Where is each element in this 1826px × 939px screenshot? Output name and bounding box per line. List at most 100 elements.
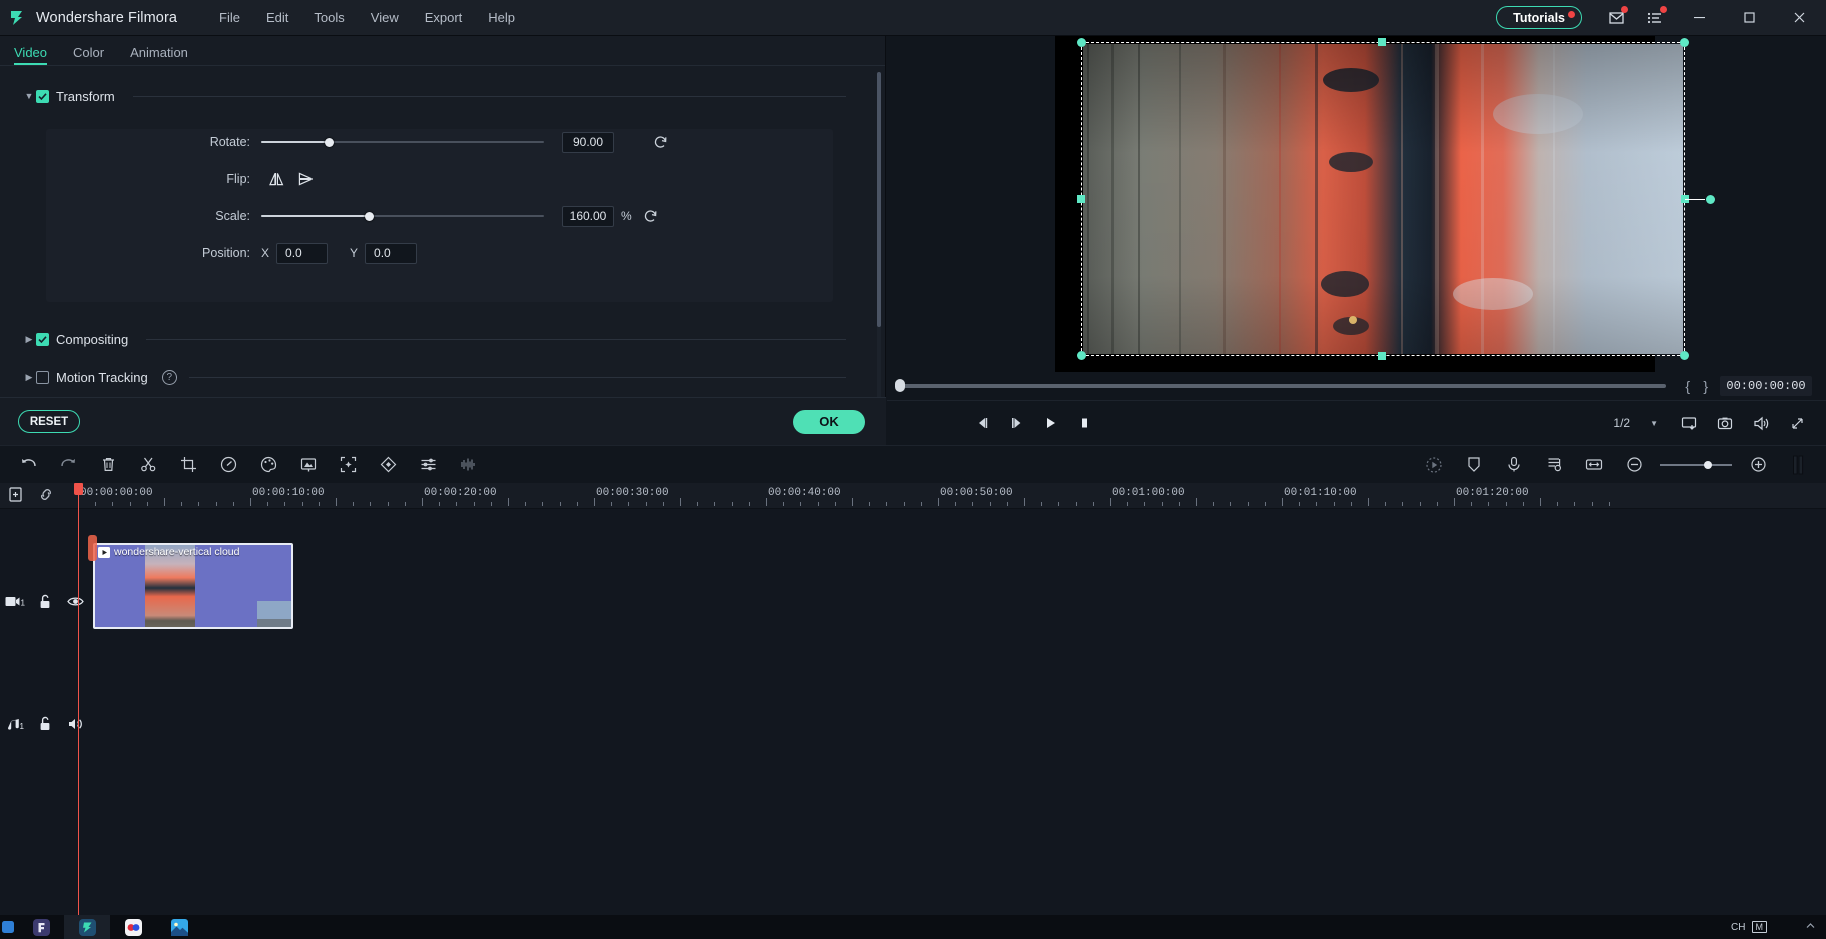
selection-handle-bottom-left[interactable]	[1077, 351, 1086, 360]
fit-timeline-icon[interactable]	[1574, 450, 1614, 480]
tray-chevron-icon[interactable]	[1805, 921, 1816, 934]
transform-collapse-caret[interactable]: ▼	[22, 91, 36, 101]
scale-slider-knob[interactable]	[365, 212, 374, 221]
auto-reframe-icon[interactable]	[328, 450, 368, 480]
delete-trash-icon[interactable]	[88, 450, 128, 480]
subtitle-icon[interactable]	[1534, 450, 1574, 480]
video-track-lock-icon[interactable]	[30, 594, 60, 610]
add-track-icon[interactable]	[8, 486, 24, 508]
flip-vertical-icon[interactable]	[291, 168, 321, 190]
timeline-ruler[interactable]: 00:00:00:0000:00:10:0000:00:20:0000:00:3…	[0, 483, 1826, 509]
marker-shield-icon[interactable]	[1454, 450, 1494, 480]
mark-in-icon[interactable]: {	[1685, 378, 1690, 394]
help-question-icon[interactable]: ?	[162, 370, 177, 385]
menu-item-file[interactable]: File	[207, 6, 252, 29]
video-track-eye-icon[interactable]	[60, 595, 90, 608]
properties-scrollbar-thumb[interactable]	[877, 72, 881, 327]
undo-icon[interactable]	[8, 450, 48, 480]
snapshot-to-timeline-icon[interactable]	[1672, 408, 1706, 438]
crop-icon[interactable]	[168, 450, 208, 480]
menu-item-edit[interactable]: Edit	[254, 6, 300, 29]
menu-item-tools[interactable]: Tools	[302, 6, 356, 29]
audio-track-mute-icon[interactable]	[60, 717, 90, 731]
taskbar-app-redblue-icon[interactable]	[110, 915, 156, 939]
audio-track-icon[interactable]: 1	[0, 718, 30, 731]
tab-color[interactable]: Color	[73, 45, 104, 65]
reset-circular-arrow-icon[interactable]	[640, 205, 662, 227]
scale-value-input[interactable]: 160.00	[562, 206, 614, 227]
split-scissors-icon[interactable]	[128, 450, 168, 480]
speed-icon[interactable]	[208, 450, 248, 480]
stop-icon[interactable]	[1067, 408, 1101, 438]
preview-scrubber-track[interactable]	[901, 384, 1666, 388]
taskbar-filmora-icon[interactable]	[64, 915, 110, 939]
timeline-zoom-knob[interactable]	[1704, 461, 1712, 469]
previous-frame-icon[interactable]	[965, 408, 999, 438]
compositing-expand-caret[interactable]: ▶	[22, 334, 36, 345]
mail-envelope-icon[interactable]	[1600, 3, 1634, 33]
motion-tracking-expand-caret[interactable]: ▶	[22, 372, 36, 383]
rotate-value-input[interactable]: 90.00	[562, 132, 614, 153]
maximize-icon[interactable]	[1726, 0, 1772, 36]
scale-slider[interactable]	[261, 209, 544, 223]
transform-selection-box[interactable]	[1081, 42, 1685, 356]
audio-mixer-icon[interactable]	[408, 450, 448, 480]
panel-toggle-icon[interactable]	[1778, 450, 1818, 480]
tab-animation[interactable]: Animation	[130, 45, 188, 65]
camera-snapshot-icon[interactable]	[1708, 408, 1742, 438]
zoom-out-icon[interactable]	[1614, 450, 1654, 480]
tab-video[interactable]: Video	[14, 45, 47, 65]
rotate-slider[interactable]	[261, 135, 544, 149]
preview-scrubber[interactable]: { } 00:00:00:00	[887, 372, 1826, 399]
menu-item-help[interactable]: Help	[476, 6, 527, 29]
timeline-clip[interactable]: wondershare-vertical cloud	[93, 543, 293, 629]
timeline-zoom-slider[interactable]	[1660, 458, 1732, 472]
flip-horizontal-icon[interactable]	[261, 168, 291, 190]
ok-button[interactable]: OK	[793, 410, 865, 434]
playhead-handle[interactable]	[74, 483, 83, 495]
timeline-playhead[interactable]	[78, 483, 79, 915]
selection-handle-top-right[interactable]	[1680, 38, 1689, 47]
voiceover-mic-icon[interactable]	[1494, 450, 1534, 480]
render-preview-icon[interactable]	[1414, 450, 1454, 480]
close-icon[interactable]	[1776, 0, 1822, 36]
reset-circular-arrow-icon[interactable]	[650, 131, 672, 153]
motion-tracking-checkbox[interactable]	[36, 371, 49, 384]
transform-checkbox[interactable]	[36, 90, 49, 103]
play-icon[interactable]	[1033, 408, 1067, 438]
task-list-icon[interactable]	[1638, 3, 1672, 33]
rotate-handle[interactable]	[1706, 195, 1715, 204]
clip-drag-marker[interactable]	[88, 535, 97, 561]
selection-handle-bottom-right[interactable]	[1680, 351, 1689, 360]
fullscreen-expand-icon[interactable]	[1780, 408, 1814, 438]
video-track-icon[interactable]: 1	[0, 595, 30, 608]
keyframe-diamond-icon[interactable]	[368, 450, 408, 480]
link-chain-icon[interactable]	[38, 486, 54, 508]
mark-out-icon[interactable]: }	[1703, 378, 1708, 394]
tutorials-button[interactable]: Tutorials	[1496, 6, 1582, 29]
reset-button[interactable]: RESET	[18, 410, 80, 433]
next-frame-icon[interactable]	[999, 408, 1033, 438]
green-screen-icon[interactable]	[288, 450, 328, 480]
taskbar-app-blue-icon[interactable]	[0, 915, 18, 939]
selection-handle-bottom-center[interactable]	[1378, 352, 1386, 360]
preview-quality-selector[interactable]: 1/2	[1613, 416, 1630, 430]
compositing-checkbox[interactable]	[36, 333, 49, 346]
menu-item-export[interactable]: Export	[413, 6, 475, 29]
minimize-icon[interactable]	[1676, 0, 1722, 36]
color-palette-icon[interactable]	[248, 450, 288, 480]
zoom-in-icon[interactable]	[1738, 450, 1778, 480]
speaker-volume-icon[interactable]	[1744, 408, 1778, 438]
position-x-input[interactable]: 0.0	[276, 243, 328, 264]
ime-language-indicator[interactable]: CH	[1731, 922, 1745, 933]
position-y-input[interactable]: 0.0	[365, 243, 417, 264]
properties-scrollbar[interactable]	[877, 72, 881, 407]
selection-handle-top-left[interactable]	[1077, 38, 1086, 47]
preview-scrubber-knob[interactable]	[895, 379, 905, 392]
redo-icon[interactable]	[48, 450, 88, 480]
rotate-slider-knob[interactable]	[325, 138, 334, 147]
taskbar-photos-icon[interactable]	[156, 915, 202, 939]
selection-handle-top-center[interactable]	[1378, 38, 1386, 46]
taskbar-app-purple-icon[interactable]	[18, 915, 64, 939]
chevron-down-icon[interactable]: ▼	[1650, 419, 1658, 428]
